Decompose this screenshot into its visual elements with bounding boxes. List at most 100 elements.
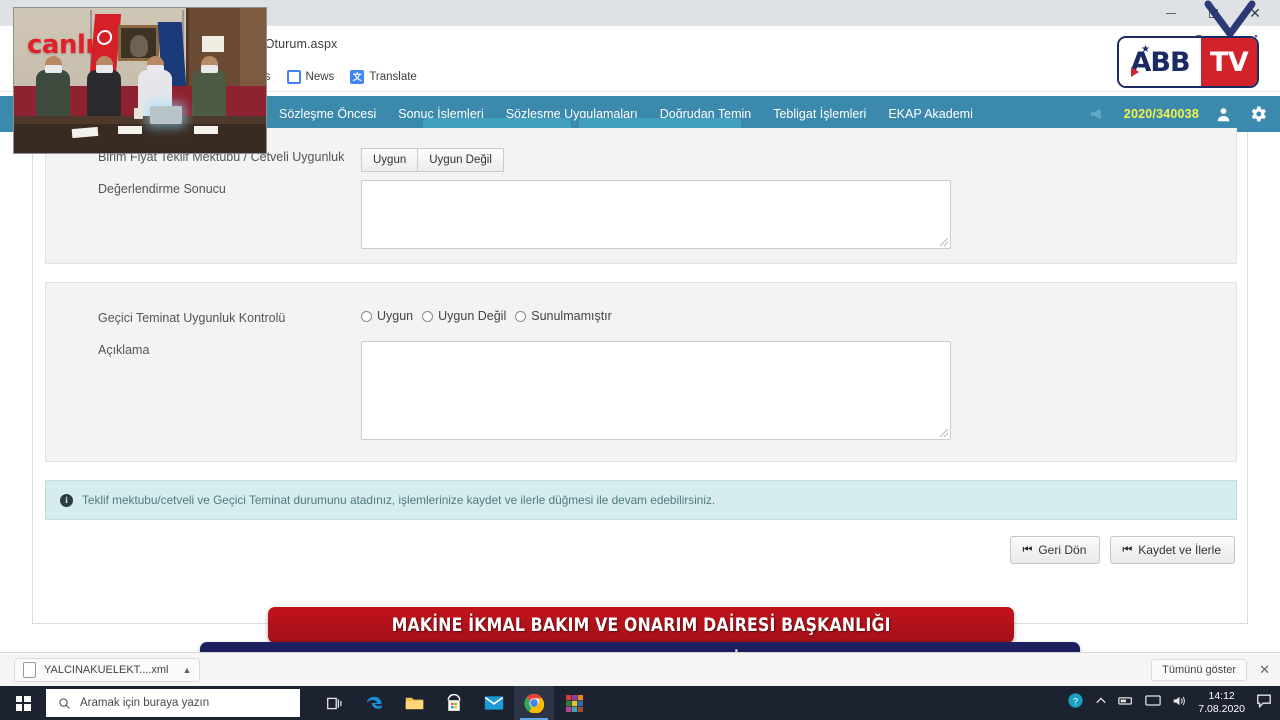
- degerlendirme-sonucu-wrapper: [361, 180, 951, 249]
- translate-icon: 文: [350, 69, 365, 84]
- bookmark-label: News: [305, 70, 335, 83]
- windows-start-icon: [15, 695, 31, 711]
- form-action-buttons: ⏮ Geri Dön ⏮ Kaydet ve İlerle: [1010, 536, 1235, 564]
- microsoft-store-icon[interactable]: [434, 686, 474, 720]
- chrome-icon[interactable]: [514, 686, 554, 720]
- nav-label: Tebligat İşlemleri: [773, 107, 867, 121]
- radio-dot-icon: [361, 310, 372, 322]
- abb-logo-left: ★ ABB: [1119, 38, 1201, 86]
- radio-dot-icon: [515, 310, 527, 322]
- start-button[interactable]: [0, 686, 46, 720]
- radio-dot-icon: [422, 310, 434, 322]
- radio-uygun[interactable]: Uygun: [361, 309, 413, 323]
- download-file-name: YALCINAKUELEKT....xml: [44, 663, 169, 676]
- teklif-uygunluk-buttons: Uygun Uygun Değil: [361, 148, 504, 172]
- row-teminat-kontrolu: Geçici Teminat Uygunluk Kontrolü Uygun U…: [46, 309, 1236, 327]
- geri-don-button[interactable]: ⏮ Geri Dön: [1010, 536, 1101, 564]
- network-icon[interactable]: [1145, 694, 1162, 712]
- megaphone-icon[interactable]: [1088, 106, 1108, 122]
- aciklama-textarea[interactable]: [362, 342, 950, 434]
- abb-text: ABB: [1130, 46, 1190, 78]
- screen: ✕ IhaleTeklifDegerlendirmeBirinciOturum.…: [0, 0, 1280, 720]
- evaluation-form-card: Birim Fiyat Teklif Mektubu / Cetveli Uyg…: [32, 118, 1248, 624]
- document-icon: [23, 661, 36, 678]
- minimize-icon: [1166, 12, 1176, 14]
- system-tray: ? 14:12 7.08.2020: [1067, 690, 1272, 716]
- live-webcam-overlay: canlı: [13, 7, 267, 154]
- minimize-button[interactable]: [1150, 0, 1192, 26]
- search-icon: [59, 697, 70, 709]
- participant: [36, 56, 70, 118]
- navbar-right-group: 2020/340038: [1088, 96, 1268, 132]
- antenna-icon: [1204, 0, 1256, 40]
- abb-logo-right: TV: [1201, 38, 1257, 86]
- paper: [194, 126, 218, 134]
- kaydet-ve-ilerle-button[interactable]: ⏮ Kaydet ve İlerle: [1110, 536, 1235, 564]
- label-gecici-teminat: Geçici Teminat Uygunluk Kontrolü: [98, 311, 286, 325]
- mail-icon[interactable]: [474, 686, 514, 720]
- taskbar-app-icons: [314, 686, 594, 720]
- clock[interactable]: 14:12 7.08.2020: [1198, 690, 1245, 716]
- gear-icon[interactable]: [1248, 104, 1268, 124]
- teklif-uygun-button[interactable]: Uygun: [361, 148, 419, 172]
- info-alert-text: Teklif mektubu/cetveli ve Geçici Teminat…: [82, 493, 716, 507]
- chevron-up-icon[interactable]: ▲: [183, 665, 192, 675]
- info-icon: i: [60, 493, 73, 507]
- close-icon[interactable]: ✕: [1259, 662, 1270, 678]
- meeting-table: [14, 116, 266, 153]
- help-icon[interactable]: ?: [1067, 692, 1084, 714]
- geri-don-label: Geri Dön: [1038, 543, 1087, 557]
- teklif-uygun-degil-button[interactable]: Uygun Değil: [418, 148, 504, 172]
- aciklama-wrapper: [361, 341, 951, 440]
- show-hidden-icons[interactable]: [1095, 694, 1107, 712]
- bookmark-label: Translate: [369, 70, 417, 83]
- radio-label: Sunulmamıştır: [531, 309, 612, 323]
- gecici-teminat-radio-group: Uygun Uygun Değil Sunulmamıştır: [361, 309, 621, 323]
- nav-item-sozlesme-oncesi[interactable]: Sözleşme Öncesi: [268, 96, 387, 132]
- section-gecici-teminat: Geçici Teminat Uygunluk Kontrolü Uygun U…: [45, 282, 1237, 462]
- action-center-icon[interactable]: [1256, 693, 1272, 713]
- banner-department-text: MAKİNE İKMAL BAKIM VE ONARIM DAİRESİ BAŞ…: [391, 614, 891, 636]
- label-aciklama: Açıklama: [98, 343, 150, 357]
- edge-icon[interactable]: [354, 686, 394, 720]
- skip-back-icon: ⏮: [1122, 544, 1132, 556]
- download-shelf-right: Tümünü göster ✕: [1151, 658, 1270, 681]
- news-icon: [286, 69, 301, 84]
- show-all-downloads-button[interactable]: Tümünü göster: [1151, 658, 1248, 681]
- label-degerlendirme-sonucu: Değerlendirme Sonucu: [98, 182, 226, 196]
- nav-label: Sözleşme Öncesi: [279, 107, 377, 121]
- nav-item-tebligat-islemleri[interactable]: Tebligat İşlemleri: [762, 96, 877, 132]
- radio-label: Uygun Değil: [438, 309, 507, 323]
- nav-label: EKAP Akademi: [888, 107, 973, 121]
- bookmark-translate[interactable]: 文 Translate: [350, 69, 417, 84]
- ihale-number: 2020/340038: [1123, 107, 1199, 121]
- cup: [134, 108, 143, 119]
- radio-sunulmamistir[interactable]: Sunulmamıştır: [515, 309, 612, 323]
- row-aciklama: Açıklama: [46, 341, 1236, 440]
- windows-taskbar: Aramak için buraya yazın ? 14:12 7.08.20…: [0, 686, 1280, 720]
- clock-date: 7.08.2020: [1198, 703, 1245, 715]
- abb-tv-logo: ★ ABB TV: [1117, 36, 1259, 88]
- nav-item-ekap-akademi[interactable]: EKAP Akademi: [877, 96, 984, 132]
- download-shelf: YALCINAKUELEKT....xml ▲ Tümünü göster ✕: [0, 652, 1280, 686]
- skip-back-icon: ⏮: [1022, 544, 1032, 556]
- bookmark-news[interactable]: News: [286, 69, 335, 84]
- triangle-icon: [1131, 67, 1139, 77]
- tv-text: TV: [1209, 46, 1249, 78]
- kaydet-ve-ilerle-label: Kaydet ve İlerle: [1138, 543, 1221, 557]
- degerlendirme-sonucu-textarea[interactable]: [362, 181, 950, 243]
- task-view-icon[interactable]: [314, 686, 354, 720]
- taskbar-search[interactable]: Aramak için buraya yazın: [46, 689, 300, 717]
- radio-uygun-degil[interactable]: Uygun Değil: [422, 309, 506, 323]
- volume-icon[interactable]: [1172, 694, 1187, 713]
- winrar-icon[interactable]: [554, 686, 594, 720]
- info-alert: i Teklif mektubu/cetveli ve Geçici Temin…: [45, 480, 1237, 520]
- safely-remove-icon[interactable]: [1118, 694, 1134, 712]
- star-icon: ★: [1141, 44, 1150, 55]
- live-badge: canlı: [27, 30, 94, 60]
- file-explorer-icon[interactable]: [394, 686, 434, 720]
- download-item[interactable]: YALCINAKUELEKT....xml ▲: [14, 657, 201, 682]
- taskbar-search-placeholder: Aramak için buraya yazın: [80, 697, 210, 709]
- user-icon[interactable]: [1215, 106, 1232, 123]
- row-degerlendirme-sonucu: Değerlendirme Sonucu: [46, 180, 1236, 249]
